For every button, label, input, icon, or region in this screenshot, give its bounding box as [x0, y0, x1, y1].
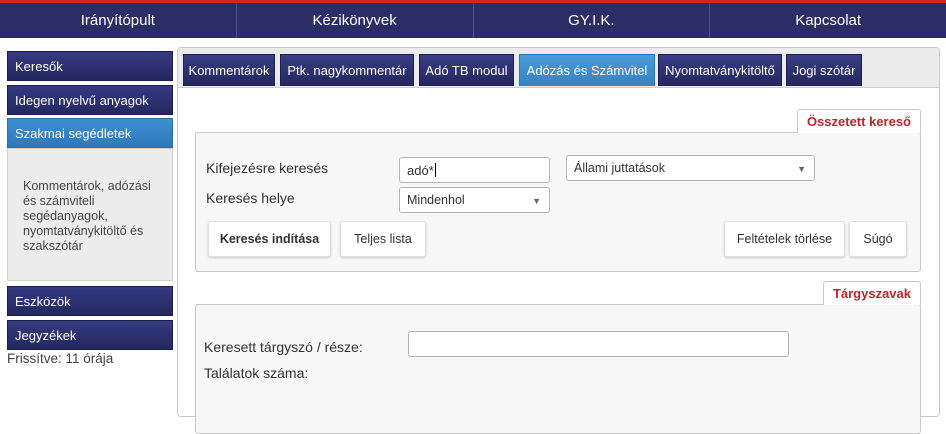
tab-taxation-accounting[interactable]: Adózás és Számvitel [519, 54, 655, 86]
composite-search-legend: Összetett kereső [796, 109, 921, 133]
sidebar-description: Kommentárok, adózási és számviteli segéd… [7, 148, 173, 281]
main-panel: Kommentárok Ptk. nagykommentár Adó TB mo… [177, 47, 940, 434]
tab-bar: Kommentárok Ptk. nagykommentár Adó TB mo… [178, 48, 939, 88]
nav-contact[interactable]: Kapcsolat [709, 3, 946, 38]
category-select[interactable]: Állami juttatások ▼ [566, 155, 815, 181]
nav-faq[interactable]: GY.I.K. [472, 3, 710, 38]
phrase-search-input[interactable]: adó* [399, 157, 550, 183]
sidebar-item-foreign-materials[interactable]: Idegen nyelvű anyagok [7, 85, 173, 115]
search-location-value: Mindenhol [407, 193, 465, 207]
sidebar-description-text: Kommentárok, adózási és számviteli segéd… [23, 179, 151, 253]
results-count-label: Találatok száma: [204, 365, 309, 381]
tab-legal-dictionary[interactable]: Jogi szótár [786, 54, 862, 86]
updated-status: Frissítve: 11 órája [7, 351, 114, 366]
start-search-button[interactable]: Keresés indítása [208, 221, 331, 257]
subject-term-label: Keresett tárgyszó / része: [204, 339, 363, 355]
sidebar-item-registers[interactable]: Jegyzékek [7, 320, 173, 350]
chevron-down-icon: ▼ [532, 196, 541, 206]
full-list-button[interactable]: Teljes lista [340, 221, 426, 257]
tab-commentaries[interactable]: Kommentárok [183, 54, 275, 86]
composite-search-panel: Összetett kereső Kifejezésre keresés adó… [195, 109, 921, 272]
subject-terms-panel: Tárgyszavak Keresett tárgyszó / része: T… [195, 281, 921, 434]
sidebar-item-professional-aids[interactable]: Szakmai segédletek [7, 118, 173, 148]
nav-manuals[interactable]: Kézikönyvek [235, 3, 473, 38]
nav-dashboard[interactable]: Irányítópult [0, 3, 236, 38]
tab-tax-tb-module[interactable]: Adó TB modul [419, 54, 514, 86]
subject-terms-legend: Tárgyszavak [822, 281, 921, 305]
tab-civil-code-commentary[interactable]: Ptk. nagykommentár [280, 54, 414, 86]
search-location-label: Keresés helye [206, 190, 295, 206]
sidebar-item-searchers[interactable]: Keresők [7, 51, 173, 81]
clear-conditions-button[interactable]: Feltételek törlése [724, 221, 845, 257]
chevron-down-icon: ▼ [797, 164, 806, 174]
phrase-search-value: adó* [407, 162, 434, 178]
phrase-search-label: Kifejezésre keresés [206, 160, 329, 176]
top-navigation: Irányítópult Kézikönyvek GY.I.K. Kapcsol… [0, 0, 946, 38]
subject-term-input[interactable] [408, 331, 789, 357]
search-location-select[interactable]: Mindenhol ▼ [399, 187, 550, 213]
category-select-value: Állami juttatások [574, 161, 666, 175]
text-cursor [434, 163, 436, 177]
sidebar-item-tools[interactable]: Eszközök [7, 286, 173, 316]
tab-form-filler[interactable]: Nyomtatványkitöltő [658, 54, 782, 86]
help-button[interactable]: Súgó [849, 221, 907, 257]
